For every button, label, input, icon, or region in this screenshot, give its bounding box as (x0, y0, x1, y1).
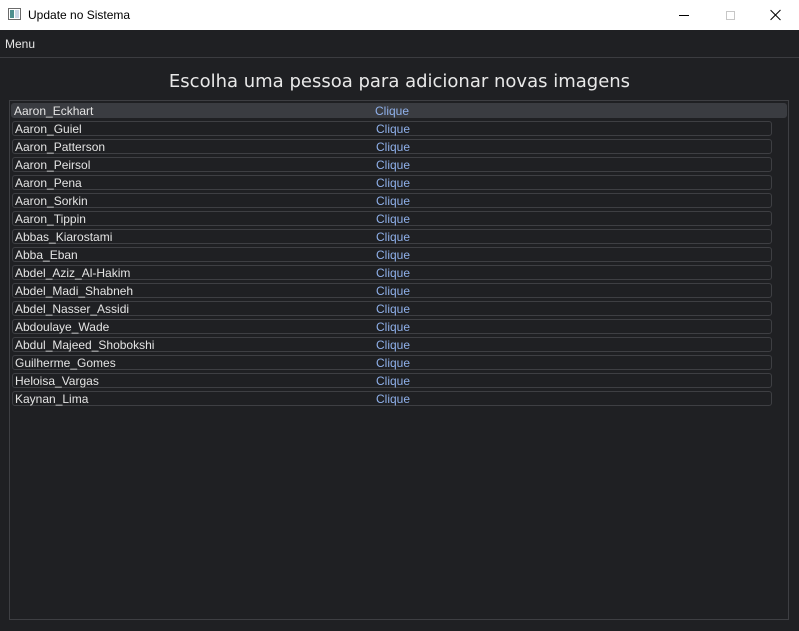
app-window-icon (8, 8, 21, 20)
person-name: Aaron_Guiel (15, 122, 82, 136)
close-icon (770, 9, 782, 21)
list-item[interactable]: Abba_Eban Clique (12, 247, 772, 262)
clique-link[interactable]: Clique (376, 265, 410, 281)
person-name: Abdel_Madi_Shabneh (15, 284, 134, 298)
list-item[interactable]: Aaron_Pena Clique (12, 175, 772, 190)
clique-link[interactable]: Clique (376, 193, 410, 209)
person-name: Abdoulaye_Wade (15, 320, 110, 334)
clique-link[interactable]: Clique (376, 211, 410, 227)
list-item[interactable]: Abbas_Kiarostami Clique (12, 229, 772, 244)
list-item[interactable]: Aaron_Eckhart Clique (11, 103, 787, 118)
clique-link[interactable]: Clique (376, 373, 410, 389)
people-list: Aaron_Eckhart Clique Aaron_Guiel Clique Aaro… (9, 100, 789, 620)
list-item[interactable]: Abdul_Majeed_Shobokshi Clique (12, 337, 772, 352)
list-item[interactable]: Aaron_Peirsol Clique (12, 157, 772, 172)
window-title: Update no Sistema (28, 8, 131, 22)
list-item[interactable]: Aaron_Tippin Clique (12, 211, 772, 226)
list-item[interactable]: Abdel_Madi_Shabneh Clique (12, 283, 772, 298)
list-item[interactable]: Guilherme_Gomes Clique (12, 355, 772, 370)
person-name: Aaron_Patterson (15, 140, 106, 154)
menu-bar: Menu (0, 30, 799, 58)
clique-link[interactable]: Clique (376, 229, 410, 245)
person-name: Abbas_Kiarostami (15, 230, 113, 244)
clique-link[interactable]: Clique (375, 103, 409, 119)
list-item[interactable]: Aaron_Guiel Clique (12, 121, 772, 136)
person-name: Abdel_Nasser_Assidi (15, 302, 130, 316)
clique-link[interactable]: Clique (376, 175, 410, 191)
list-item[interactable]: Aaron_Sorkin Clique (12, 193, 772, 208)
list-item[interactable]: Kaynan_Lima Clique (12, 391, 772, 406)
minimize-button[interactable] (661, 0, 707, 30)
person-name: Aaron_Pena (15, 176, 82, 190)
clique-link[interactable]: Clique (376, 301, 410, 317)
list-item[interactable]: Abdel_Aziz_Al-Hakim Clique (12, 265, 772, 280)
clique-link[interactable]: Clique (376, 355, 410, 371)
clique-link[interactable]: Clique (376, 283, 410, 299)
clique-link[interactable]: Clique (376, 121, 410, 137)
person-name: Aaron_Peirsol (15, 158, 91, 172)
clique-link[interactable]: Clique (376, 319, 410, 335)
person-name: Kaynan_Lima (15, 392, 89, 406)
clique-link[interactable]: Clique (376, 139, 410, 155)
person-name: Aaron_Tippin (15, 212, 86, 226)
list-item[interactable]: Abdel_Nasser_Assidi Clique (12, 301, 772, 316)
list-item[interactable]: Abdoulaye_Wade Clique (12, 319, 772, 334)
clique-link[interactable]: Clique (376, 391, 410, 407)
person-name: Heloisa_Vargas (15, 374, 99, 388)
maximize-icon (725, 10, 735, 20)
clique-link[interactable]: Clique (376, 247, 410, 263)
person-name: Abba_Eban (15, 248, 78, 262)
close-button[interactable] (753, 0, 799, 30)
menu-item-menu[interactable]: Menu (5, 37, 35, 51)
title-bar: Update no Sistema (0, 0, 799, 30)
clique-link[interactable]: Clique (376, 337, 410, 353)
list-item[interactable]: Aaron_Patterson Clique (12, 139, 772, 154)
person-name: Abdul_Majeed_Shobokshi (15, 338, 155, 352)
page-title: Escolha uma pessoa para adicionar novas … (168, 71, 631, 92)
person-name: Abdel_Aziz_Al-Hakim (15, 266, 131, 280)
clique-link[interactable]: Clique (376, 157, 410, 173)
maximize-button[interactable] (707, 0, 753, 30)
list-item[interactable]: Heloisa_Vargas Clique (12, 373, 772, 388)
person-name: Guilherme_Gomes (15, 356, 116, 370)
person-name: Aaron_Sorkin (15, 194, 88, 208)
minimize-icon (679, 14, 689, 16)
person-name: Aaron_Eckhart (14, 104, 94, 118)
